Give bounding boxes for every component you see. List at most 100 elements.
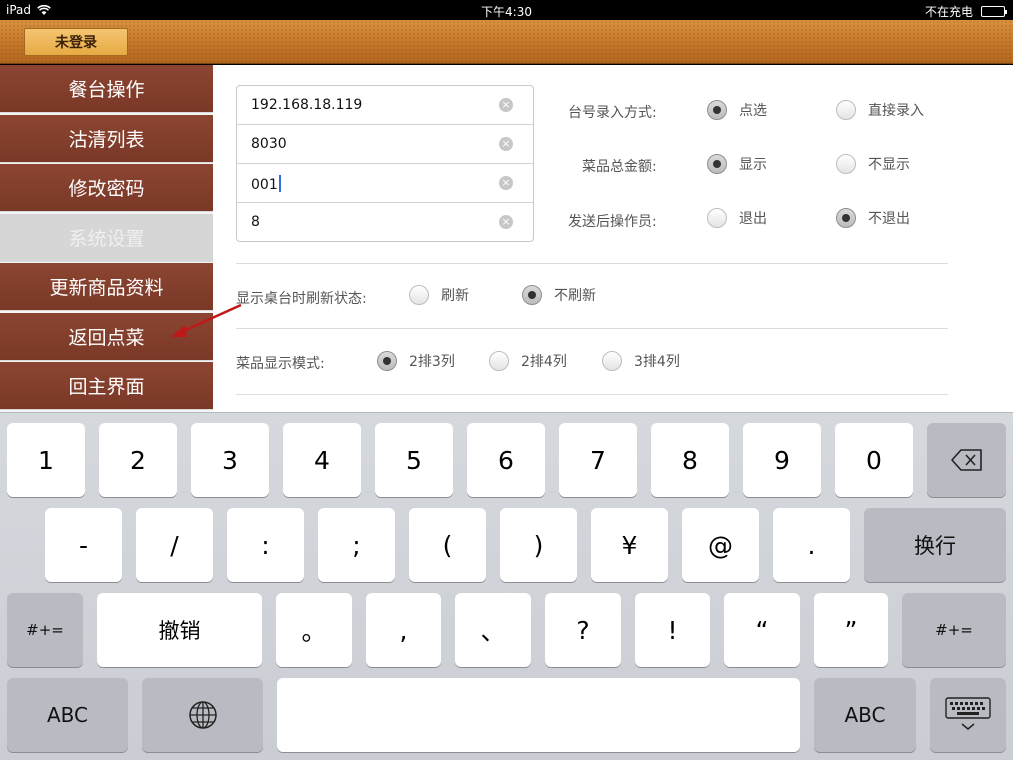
key-close-paren[interactable]: ) [500,508,577,582]
radio[interactable] [836,100,856,120]
clear-icon[interactable]: × [499,137,513,151]
key-2[interactable]: 2 [99,423,177,497]
divider [236,263,948,264]
battery-icon [981,6,1007,17]
backspace-icon [950,449,982,471]
radio[interactable] [489,351,509,371]
refresh-option-refresh[interactable]: 刷新 [409,285,469,305]
backspace-key[interactable] [927,423,1006,497]
display-mode-option-3x4[interactable]: 3排4列 [602,351,680,371]
key-exclamation[interactable]: ! [635,593,710,667]
device-id-value: 001 [251,177,278,193]
option-label: 2排3列 [409,354,455,370]
abc-key-right[interactable]: ABC [814,678,916,752]
device-id-field[interactable]: 001 × [237,164,533,203]
after-send-option-stay[interactable]: 不退出 [836,208,910,228]
app-header: 未登录 [0,20,1013,64]
return-key[interactable]: 换行 [864,508,1006,582]
globe-key[interactable] [142,678,263,752]
key-right-quote[interactable]: ” [814,593,888,667]
display-mode-option-2x4[interactable]: 2排4列 [489,351,567,371]
status-bar: iPad 下午4:30 不在充电 [0,0,1013,20]
key-at[interactable]: @ [682,508,759,582]
space-key[interactable] [277,678,800,752]
key-hyphen[interactable]: - [45,508,122,582]
key-cn-comma[interactable]: , [366,593,441,667]
dish-total-label: 菜品总金额: [582,159,657,175]
refresh-option-no-refresh[interactable]: 不刷新 [522,285,596,305]
key-semicolon[interactable]: ; [318,508,395,582]
key-7[interactable]: 7 [559,423,637,497]
after-send-option-logout[interactable]: 退出 [707,208,767,228]
port-field[interactable]: 8030 × [237,125,533,164]
sidebar-item-change-password[interactable]: 修改密码 [0,164,213,212]
undo-key[interactable]: 撤销 [97,593,262,667]
divider [236,394,948,395]
symbols-key-right[interactable]: #+= [902,593,1006,667]
option-label: 3排4列 [634,354,680,370]
after-send-label: 发送后操作员: [568,214,657,230]
key-question[interactable]: ? [545,593,621,667]
option-label: 不显示 [868,157,910,173]
option-label: 不退出 [868,211,910,227]
key-cn-period[interactable]: 。 [276,593,352,667]
radio[interactable] [836,154,856,174]
key-open-paren[interactable]: ( [409,508,486,582]
symbols-key-left[interactable]: #+= [7,593,83,667]
table-input-option-click[interactable]: 点选 [707,100,767,120]
option-label: 点选 [739,103,767,119]
server-ip-value: 192.168.18.119 [251,97,363,113]
status-time: 下午4:30 [481,5,532,19]
clear-icon[interactable]: × [499,176,513,190]
radio-selected[interactable] [707,100,727,120]
key-8[interactable]: 8 [651,423,729,497]
key-5[interactable]: 5 [375,423,453,497]
radio[interactable] [707,208,727,228]
charging-status: 不在充电 [924,5,973,19]
key-9[interactable]: 9 [743,423,821,497]
key-3[interactable]: 3 [191,423,269,497]
option-label: 退出 [739,211,767,227]
key-6[interactable]: 6 [467,423,545,497]
option-label: 显示 [739,157,767,173]
hide-keyboard-key[interactable] [930,678,1006,752]
display-mode-option-2x3[interactable]: 2排3列 [377,351,455,371]
port-value: 8030 [251,136,287,152]
server-ip-field[interactable]: 192.168.18.119 × [237,86,533,125]
key-left-quote[interactable]: “ [724,593,800,667]
radio-selected[interactable] [522,285,542,305]
radio-selected[interactable] [836,208,856,228]
clear-icon[interactable]: × [499,215,513,229]
key-4[interactable]: 4 [283,423,361,497]
key-0[interactable]: 0 [835,423,913,497]
sidebar-item-soldout-list[interactable]: 沽清列表 [0,115,213,163]
key-cn-enum-comma[interactable]: 、 [455,593,531,667]
key-slash[interactable]: / [136,508,213,582]
onscreen-keyboard: 1 2 3 4 5 6 7 8 9 0 - / : ; ( ) ¥ @ . 换行… [0,412,1013,760]
count-field[interactable]: 8 × [237,203,533,242]
key-1[interactable]: 1 [7,423,85,497]
login-button[interactable]: 未登录 [24,28,128,56]
sidebar: 餐台操作 沽清列表 修改密码 系统设置 更新商品资料 返回点菜 回主界面 [0,65,213,412]
radio[interactable] [602,351,622,371]
radio[interactable] [409,285,429,305]
globe-icon [188,701,217,729]
count-value: 8 [251,214,260,230]
sidebar-item-main-screen[interactable]: 回主界面 [0,362,213,410]
table-input-option-direct[interactable]: 直接录入 [836,100,924,120]
abc-key-left[interactable]: ABC [7,678,128,752]
radio-selected[interactable] [707,154,727,174]
option-label: 直接录入 [868,103,924,119]
clear-icon[interactable]: × [499,98,513,112]
radio-selected[interactable] [377,351,397,371]
key-yen[interactable]: ¥ [591,508,668,582]
key-colon[interactable]: : [227,508,304,582]
dish-total-option-hide[interactable]: 不显示 [836,154,910,174]
sidebar-item-table-ops[interactable]: 餐台操作 [0,65,213,113]
connection-fields: 192.168.18.119 × 8030 × 001 × 8 × [236,85,534,242]
key-period[interactable]: . [773,508,850,582]
dish-total-option-show[interactable]: 显示 [707,154,767,174]
sidebar-item-system-settings[interactable]: 系统设置 [0,214,213,262]
settings-panel: 餐台操作 沽清列表 修改密码 系统设置 更新商品资料 返回点菜 回主界面 192… [0,65,1013,412]
refresh-state-label: 显示桌台时刷新状态: [236,291,367,307]
